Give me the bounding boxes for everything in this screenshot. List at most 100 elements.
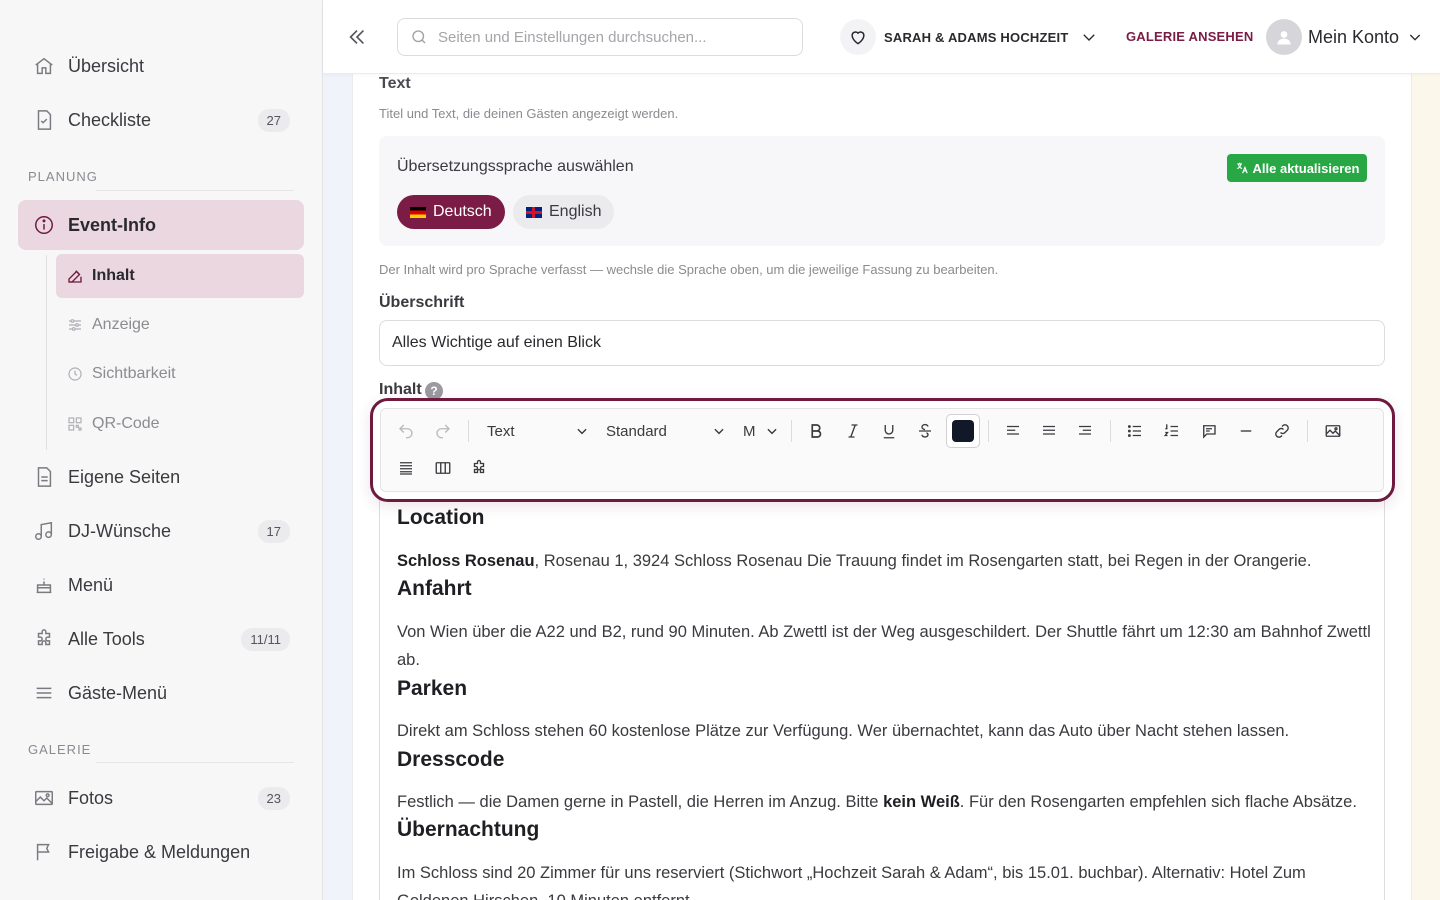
numbered-list-button[interactable] — [1157, 416, 1187, 446]
sidebar-item-label: DJ-Wünsche — [68, 520, 172, 541]
heading-input[interactable] — [379, 320, 1385, 366]
align-left-icon — [1007, 425, 1019, 435]
sidebar-item-label: Freigabe & Meldungen — [68, 841, 251, 862]
undo-button[interactable] — [391, 416, 421, 446]
sidebar-item-guest-menu[interactable]: Gäste-Menü — [18, 668, 304, 718]
sidebar-item-photos[interactable]: Fotos 23 — [18, 773, 304, 823]
language-pill-english[interactable]: English — [513, 195, 615, 229]
paragraph-block-button[interactable] — [391, 453, 421, 483]
columns-button[interactable] — [428, 453, 458, 483]
subitem-display[interactable]: Anzeige — [56, 303, 304, 347]
comment-icon — [1203, 425, 1216, 439]
chevron-down-icon — [1083, 34, 1096, 41]
align-center-button[interactable] — [1034, 416, 1064, 446]
font-select[interactable]: Standard — [606, 416, 726, 446]
chevron-down-icon — [1409, 34, 1421, 41]
language-label: Deutsch — [433, 203, 492, 220]
subitem-content[interactable]: Inhalt — [56, 254, 304, 298]
language-info-text: Der Inhalt wird pro Sprache verfasst — w… — [379, 262, 999, 277]
preview-strip — [1412, 74, 1440, 900]
puzzle-icon — [32, 627, 56, 651]
subitem-qr-code[interactable]: QR-Code — [56, 402, 304, 446]
search-input[interactable] — [438, 28, 778, 46]
info-icon — [32, 213, 56, 237]
underline-button[interactable] — [874, 416, 904, 446]
align-left-button[interactable] — [998, 416, 1028, 446]
plugin-button[interactable] — [464, 453, 494, 483]
block-type-select[interactable]: Text — [487, 416, 589, 446]
toolbar-divider — [1307, 420, 1308, 442]
subitem-label: Inhalt — [92, 267, 135, 284]
editor-heading: Übernachtung — [397, 818, 540, 841]
sidebar-item-all-tools[interactable]: Alle Tools 11/11 — [18, 614, 304, 664]
section-label-planung: PLANUNG — [28, 169, 98, 184]
sidebar-item-custom-pages[interactable]: Eigene Seiten — [18, 452, 304, 502]
comment-button[interactable] — [1194, 416, 1224, 446]
text-color-picker[interactable] — [946, 414, 980, 448]
home-icon — [32, 54, 56, 78]
language-pill-german[interactable]: Deutsch — [397, 195, 505, 229]
cake-icon — [32, 573, 56, 597]
italic-icon — [848, 424, 858, 438]
image-icon — [1325, 425, 1341, 437]
edit-icon — [66, 267, 84, 285]
collapse-sidebar-button[interactable] — [343, 22, 371, 52]
italic-button[interactable] — [838, 416, 868, 446]
sidebar-item-label: Eigene Seiten — [68, 466, 181, 487]
font-size-select[interactable]: M — [743, 416, 779, 446]
editor-heading: Parken — [397, 677, 468, 700]
bold-text: Schloss Rosenau — [397, 552, 535, 570]
account-menu[interactable]: Mein Konto — [1266, 18, 1423, 56]
sidebar-item-checklist[interactable]: Checkliste 27 — [18, 95, 304, 145]
horizontal-rule-icon — [1240, 430, 1252, 432]
sidebar-item-overview[interactable]: Übersicht — [18, 41, 304, 91]
editor-heading: Dresscode — [397, 748, 505, 771]
translation-panel — [379, 136, 1385, 246]
sidebar-item-dj-wishes[interactable]: DJ-Wünsche 17 — [18, 506, 304, 556]
bullet-list-button[interactable] — [1120, 416, 1150, 446]
flag-icon — [32, 840, 56, 864]
strikethrough-button[interactable] — [910, 416, 940, 446]
subitem-label: Anzeige — [92, 316, 150, 333]
subitem-visibility[interactable]: Sichtbarkeit — [56, 352, 304, 396]
section-divider — [96, 190, 294, 191]
sidebar-item-release-reports[interactable]: Freigabe & Meldungen — [18, 827, 304, 877]
chevron-down-icon — [714, 428, 724, 435]
redo-button[interactable] — [428, 416, 458, 446]
sidebar: Übersicht Checkliste 27 PLANUNG Event-In… — [0, 0, 323, 900]
numbered-list-icon — [1163, 424, 1178, 437]
view-gallery-link[interactable]: GALERIE ANSEHEN — [1126, 29, 1253, 44]
font-value: Standard — [606, 422, 667, 440]
qr-code-icon — [66, 415, 84, 433]
count-badge: 23 — [257, 786, 290, 810]
bold-button[interactable] — [801, 416, 831, 446]
translate-icon — [1236, 162, 1248, 174]
align-right-icon — [1079, 425, 1091, 435]
link-button[interactable] — [1267, 416, 1297, 446]
sidebar-item-label: Übersicht — [68, 55, 145, 76]
section-divider — [96, 762, 294, 763]
paragraph-text: , Rosenau 1, 3924 Schloss Rosenau Die Tr… — [534, 552, 1312, 570]
count-badge: 17 — [257, 519, 290, 543]
horizontal-rule-button[interactable] — [1231, 416, 1261, 446]
link-icon — [1275, 424, 1289, 438]
search-icon — [412, 30, 426, 44]
sidebar-item-label: Alle Tools — [68, 628, 145, 649]
sidebar-item-event-info[interactable]: Event-Info — [18, 200, 304, 250]
event-selector[interactable]: SARAH & ADAMS HOCHZEIT — [884, 26, 1098, 48]
section-title: Text — [379, 75, 411, 92]
clock-icon — [66, 365, 84, 383]
undo-icon — [399, 424, 413, 439]
search-box[interactable] — [397, 18, 803, 56]
align-right-button[interactable] — [1070, 416, 1100, 446]
music-icon — [32, 519, 56, 543]
text-block-icon — [400, 462, 412, 475]
underline-icon — [883, 425, 895, 439]
puzzle-icon — [473, 459, 485, 474]
insert-image-button[interactable] — [1318, 416, 1348, 446]
sidebar-item-menu[interactable]: Menü — [18, 560, 304, 610]
editor-heading: Anfahrt — [397, 577, 472, 600]
bold-text: kein Weiß — [883, 793, 960, 811]
avatar — [1266, 19, 1302, 55]
update-all-button[interactable]: Alle aktualisieren — [1227, 154, 1367, 182]
